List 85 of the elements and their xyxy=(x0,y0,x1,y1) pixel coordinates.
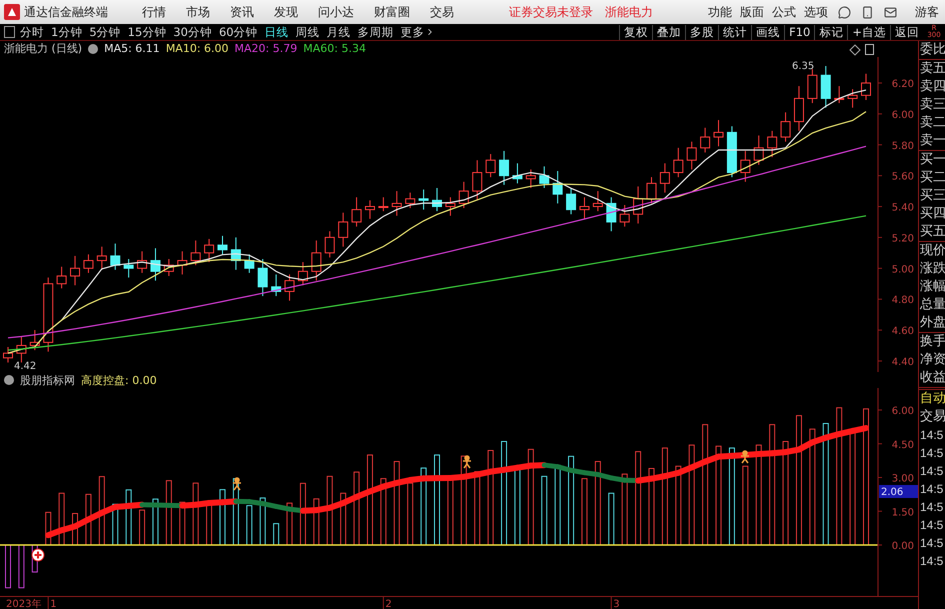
period-tab[interactable]: 60分钟 xyxy=(218,24,258,40)
axis-label: 5.40 xyxy=(892,202,914,214)
menu-item[interactable]: 资讯 xyxy=(230,4,254,20)
axis-label: 5.20 xyxy=(892,233,914,244)
indicator-name: 股朋指标网 xyxy=(20,372,75,388)
menu-item[interactable]: 选项 xyxy=(804,4,828,20)
menu-item[interactable]: 交易 xyxy=(430,4,454,20)
toolbar-button[interactable]: F10 xyxy=(784,24,814,40)
trade-time: 14:5 xyxy=(919,427,944,444)
axis-label: 4.40 xyxy=(892,356,914,368)
quote-label: 卖四 xyxy=(919,78,945,96)
toolbar-button[interactable]: 返回 xyxy=(890,24,923,40)
quote-label: 买二 xyxy=(919,169,945,187)
axis-label: 0.00 xyxy=(892,541,914,552)
quote-label: 委比 xyxy=(919,41,945,59)
axis-label: 4.60 xyxy=(892,326,914,338)
legend-value: MA20: 5.79 xyxy=(234,42,298,56)
period-tab[interactable]: 月线 xyxy=(326,24,351,40)
toolbar-button[interactable]: 画线 xyxy=(751,24,784,40)
period-tab[interactable]: 30分钟 xyxy=(173,24,212,40)
user-label[interactable]: 游客 xyxy=(915,4,939,20)
legend-value: MA5: 6.11 xyxy=(104,42,160,56)
quote-label: 卖三 xyxy=(919,96,945,114)
menu-item[interactable]: 行情 xyxy=(142,4,166,20)
date-label: 3 xyxy=(613,599,620,609)
toolbar-button[interactable]: 叠加 xyxy=(652,24,686,40)
quote-label: 买三 xyxy=(919,187,945,205)
value-tag: 2.06 xyxy=(879,485,918,498)
indicator-value: 高度控盘: 0.00 xyxy=(81,372,157,388)
date-label: 2023年 xyxy=(6,599,42,609)
axis-label: 5.00 xyxy=(892,264,914,276)
more-tab[interactable]: 更多 xyxy=(400,24,435,40)
axis-label: 5.80 xyxy=(892,140,914,152)
date-label: 2 xyxy=(385,599,392,609)
trade-time: 14:5 xyxy=(919,553,944,570)
status-notice[interactable]: 证券交易未登录 xyxy=(509,4,593,20)
axis-label: 3.00 xyxy=(892,474,914,485)
trade-time: 14:5 xyxy=(919,463,944,480)
period-tab[interactable]: 日线 xyxy=(264,24,289,40)
legend-value: MA10: 6.00 xyxy=(166,42,229,56)
trade-time: 14:5 xyxy=(919,445,944,462)
chart-title: 浙能电力 (日线) xyxy=(4,41,82,56)
toolbar-button[interactable]: +自选 xyxy=(847,24,890,40)
axis-label: 6.00 xyxy=(892,110,914,121)
axis-label: 6.20 xyxy=(892,78,914,90)
quote-label: 卖一 xyxy=(919,132,945,150)
menu-item[interactable]: 问小达 xyxy=(318,4,354,20)
quote-label: 涨幅 xyxy=(919,278,945,296)
axis-label: 4.50 xyxy=(892,440,914,452)
axis-label: 4.80 xyxy=(892,295,914,306)
toolbar-button[interactable]: 标记 xyxy=(814,24,848,40)
legend-value: MA60: 5.34 xyxy=(303,42,366,56)
app-title: 通达信金融终端 xyxy=(24,4,108,20)
mode-label[interactable]: 自动 xyxy=(919,389,945,408)
quote-label: 买四 xyxy=(919,205,945,223)
menu-item[interactable]: 市场 xyxy=(186,4,210,20)
period-tab[interactable]: 分时 xyxy=(20,24,44,40)
trade-time: 14:5 xyxy=(919,481,944,498)
menu-item[interactable]: 发现 xyxy=(274,4,298,20)
menu-item[interactable]: 功能 xyxy=(708,4,732,20)
low-price-label: 4.42 xyxy=(14,360,36,372)
period-tab[interactable]: 5分钟 xyxy=(89,24,121,40)
axis-label: 5.60 xyxy=(892,172,914,183)
axis-label: 6.00 xyxy=(892,406,914,418)
menu-item[interactable]: 公式 xyxy=(772,4,796,20)
date-label: 1 xyxy=(50,599,57,609)
quote-label: 买一 xyxy=(919,151,945,169)
toolbar-button[interactable]: 统计 xyxy=(718,24,752,40)
toolbar-button[interactable]: 复权 xyxy=(619,24,652,40)
period-tab[interactable]: 周线 xyxy=(296,24,320,40)
quote-label: 净资 xyxy=(919,351,945,369)
toolbar-button[interactable]: 多股 xyxy=(685,24,718,40)
axis-label: 1.50 xyxy=(892,508,914,519)
status-notice[interactable]: 浙能电力 xyxy=(605,4,653,20)
trade-time: 14:5 xyxy=(919,535,944,552)
trade-label: 交易 xyxy=(919,408,945,426)
menu-item[interactable]: 版面 xyxy=(740,4,764,20)
period-tab[interactable]: 多周期 xyxy=(358,24,394,40)
high-price-label: 6.35 xyxy=(792,60,814,72)
trade-time: 14:5 xyxy=(919,499,944,516)
period-tab[interactable]: 1分钟 xyxy=(51,24,82,40)
trade-time: 14:5 xyxy=(919,517,944,534)
quote-label: 卖二 xyxy=(919,114,945,132)
menu-item[interactable]: 财富圈 xyxy=(374,4,410,20)
period-tab[interactable]: 15分钟 xyxy=(128,24,166,40)
